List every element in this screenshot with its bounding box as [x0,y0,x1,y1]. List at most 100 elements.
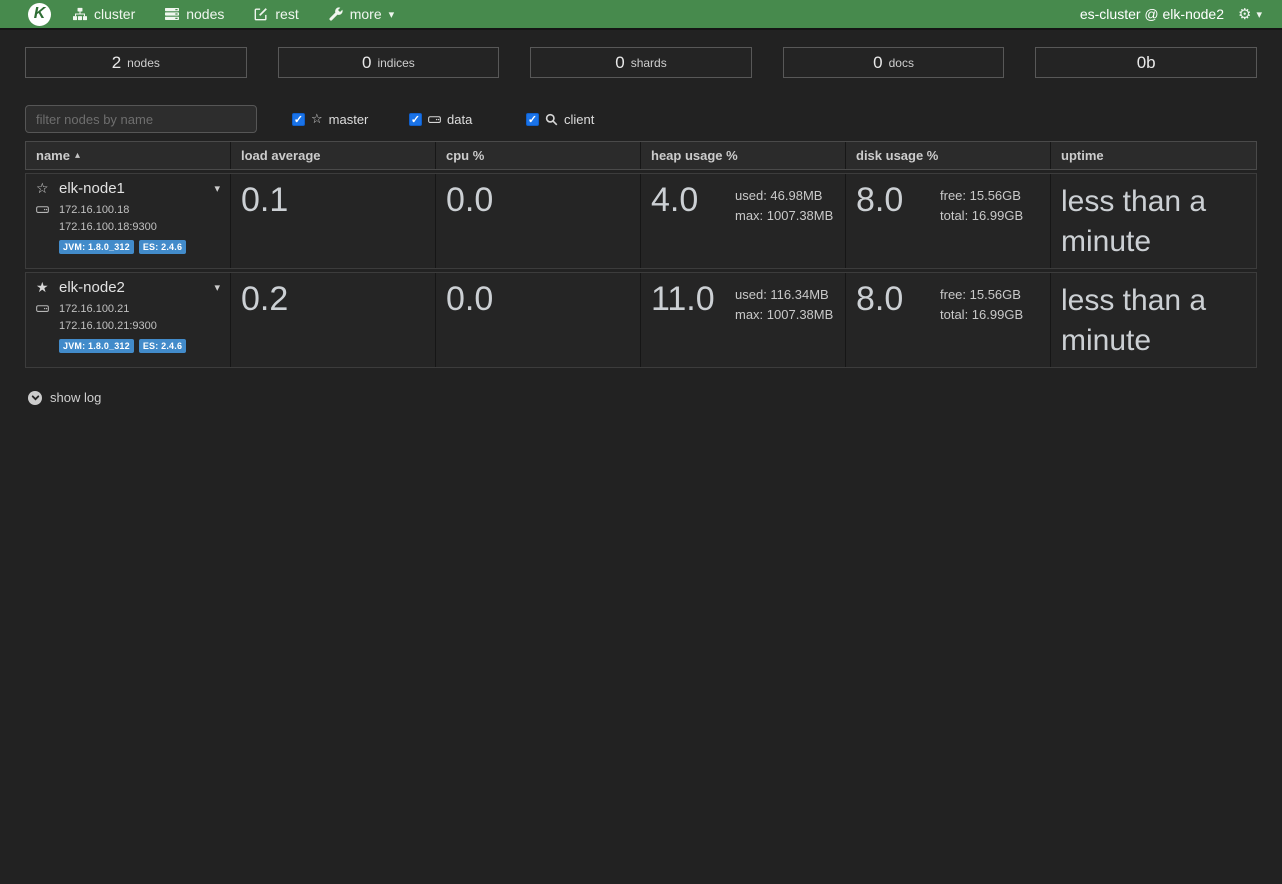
filter-data-checkbox-group[interactable]: ✓ data [409,112,491,127]
show-log-label: show log [50,390,101,405]
nav-label-nodes: nodes [186,6,224,22]
master-checkbox-label: master [329,112,369,127]
heap-percent-value: 11.0 [651,279,735,318]
client-checkbox[interactable]: ✓ [526,113,539,126]
cluster-name-label: es-cluster @ elk-node2 [1080,6,1224,22]
stat-docs-value: 0 [873,53,882,73]
node-name: elk-node2 [59,279,125,296]
stat-size-value: 0b [1137,53,1156,73]
node-filter-row: ✓ ☆ master ✓ data ✓ client [25,105,1257,133]
nav-item-cluster[interactable]: cluster [73,6,135,22]
chevron-circle-down-icon [28,391,42,405]
node-actions-caret-icon[interactable]: ▾ [214,183,220,194]
heap-cell: 11.0 used: 116.34MB max: 1007.38MB [641,273,846,367]
header-cpu[interactable]: cpu % [436,142,641,169]
disk-total-label: total: 16.99GB [940,305,1023,325]
nodes-table-header: name ▴ load average cpu % heap usage % d… [25,141,1257,170]
chevron-down-icon: ▾ [389,9,395,20]
heap-percent-value: 4.0 [651,180,735,219]
show-log-toggle[interactable]: show log [28,390,1282,405]
disk-percent-value: 8.0 [856,180,940,219]
es-version-badge: ES: 2.4.6 [139,339,186,353]
cpu-cell: 0.0 [436,273,641,367]
kopf-logo[interactable]: K [28,3,51,26]
node-name: elk-node1 [59,180,125,197]
nav-label-more: more [350,6,382,22]
heap-used-label: used: 116.34MB [735,285,833,305]
load-average-value: 0.1 [241,180,425,219]
stat-shards-label: shards [631,56,667,70]
heap-cell: 4.0 used: 46.98MB max: 1007.38MB [641,174,846,268]
load-average-value: 0.2 [241,279,425,318]
disk-free-label: free: 15.56GB [940,186,1023,206]
header-heap-usage[interactable]: heap usage % [641,142,846,169]
heap-max-label: max: 1007.38MB [735,206,833,226]
header-name[interactable]: name ▴ [26,142,231,169]
cpu-value: 0.0 [446,279,630,318]
hdd-icon [36,302,52,315]
node-ip: 172.16.100.18 [59,204,129,216]
star-icon: ☆ [311,113,323,126]
wrench-icon [329,7,343,21]
header-load-average[interactable]: load average [231,142,436,169]
stat-nodes-label: nodes [127,56,160,70]
filter-master-checkbox-group[interactable]: ✓ ☆ master [292,112,374,127]
disk-total-label: total: 16.99GB [940,206,1023,226]
uptime-cell: less than a minute [1051,174,1256,268]
kopf-logo-letter: K [34,5,46,23]
stat-nodes: 2 nodes [25,47,247,78]
stat-shards: 0 shards [530,47,752,78]
header-disk-usage[interactable]: disk usage % [846,142,1051,169]
stat-indices-value: 0 [362,53,371,73]
nodes-table: name ▴ load average cpu % heap usage % d… [25,141,1257,368]
master-checkbox[interactable]: ✓ [292,113,305,126]
client-checkbox-label: client [564,112,594,127]
table-row-elk-node2: ★ elk-node2 ▾ 172.16.100.21 172.16.100.2… [25,272,1257,368]
star-outline-icon: ☆ [36,181,52,197]
cpu-value: 0.0 [446,180,630,219]
jvm-version-badge: JVM: 1.8.0_312 [59,240,134,254]
stat-indices-label: indices [377,56,414,70]
nav-label-rest: rest [275,6,298,22]
nav-item-nodes[interactable]: nodes [165,6,224,22]
disk-percent-value: 8.0 [856,279,940,318]
disk-free-label: free: 15.56GB [940,285,1023,305]
navbar-right: es-cluster @ elk-node2 ⚙ ▾ [1080,6,1262,22]
sort-asc-icon: ▴ [75,150,80,161]
nav-item-rest[interactable]: rest [254,6,298,22]
load-average-cell: 0.1 [231,174,436,268]
cluster-stats-row: 2 nodes 0 indices 0 shards 0 docs 0b [25,47,1257,78]
edit-icon [254,7,268,21]
cpu-cell: 0.0 [436,174,641,268]
gear-icon: ⚙ [1238,7,1251,22]
node-name-cell: ☆ elk-node1 ▾ 172.16.100.18 172.16.100.1… [26,174,231,268]
stat-indices: 0 indices [278,47,500,78]
stat-nodes-value: 2 [112,53,121,73]
node-transport-address: 172.16.100.18:9300 [59,221,220,233]
search-icon [545,113,558,126]
node-filter-input[interactable] [25,105,257,133]
nav-label-cluster: cluster [94,6,135,22]
header-uptime[interactable]: uptime [1051,142,1256,169]
top-navbar: K cluster nodes rest more ▾ [0,0,1282,30]
stat-docs: 0 docs [783,47,1005,78]
uptime-value: less than a minute [1061,180,1246,262]
chevron-down-icon: ▾ [1256,9,1262,20]
table-row-elk-node1: ☆ elk-node1 ▾ 172.16.100.18 172.16.100.1… [25,173,1257,269]
settings-menu[interactable]: ⚙ ▾ [1238,7,1262,22]
node-ip: 172.16.100.21 [59,303,129,315]
server-icon [165,7,179,21]
uptime-cell: less than a minute [1051,273,1256,367]
data-checkbox-label: data [447,112,472,127]
stat-shards-value: 0 [615,53,624,73]
jvm-version-badge: JVM: 1.8.0_312 [59,339,134,353]
data-checkbox[interactable]: ✓ [409,113,422,126]
node-actions-caret-icon[interactable]: ▾ [214,282,220,293]
stat-docs-label: docs [889,56,914,70]
node-name-cell: ★ elk-node2 ▾ 172.16.100.21 172.16.100.2… [26,273,231,367]
nav-item-more[interactable]: more ▾ [329,6,394,22]
filter-client-checkbox-group[interactable]: ✓ client [526,112,608,127]
es-version-badge: ES: 2.4.6 [139,240,186,254]
disk-cell: 8.0 free: 15.56GB total: 16.99GB [846,273,1051,367]
hdd-icon [36,203,52,216]
